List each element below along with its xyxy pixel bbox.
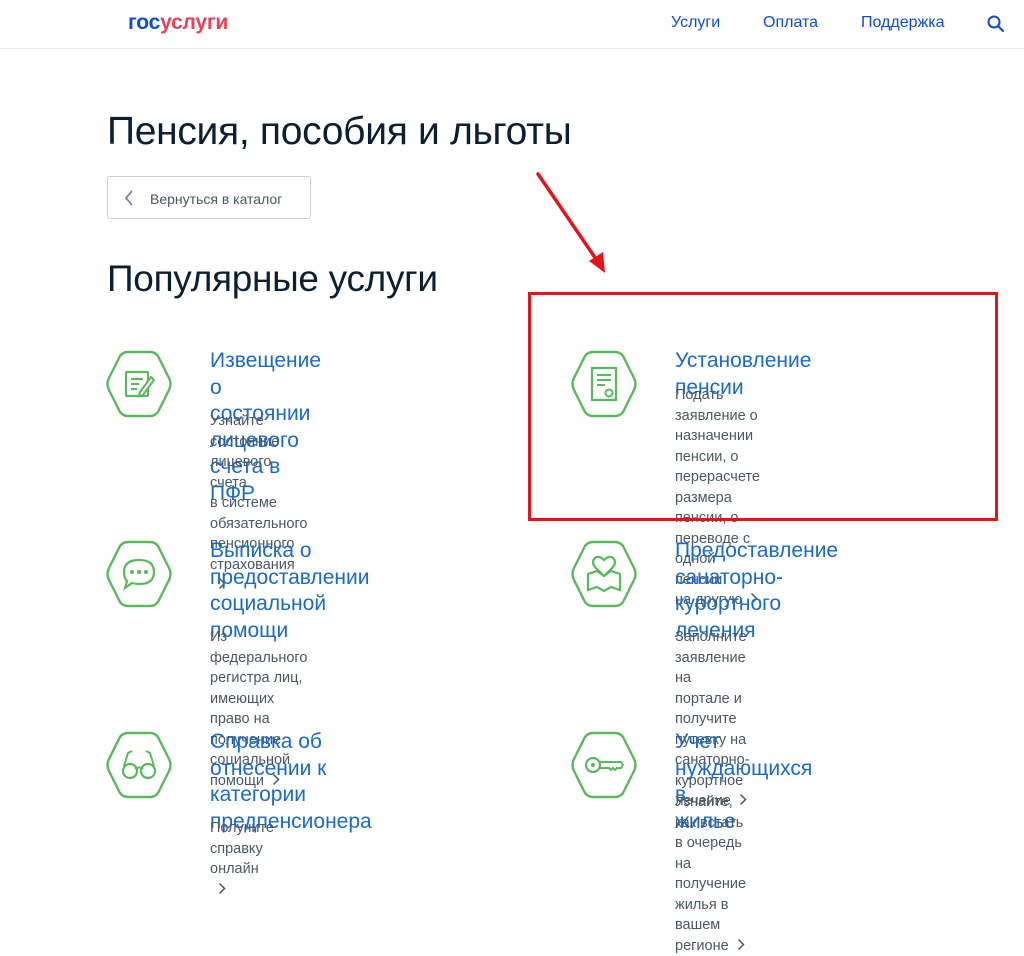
nav-podderzhka[interactable]: Поддержка [861,14,944,32]
card-title-line: санаторно-курортного [675,565,784,616]
logo-part-gos: гос [128,11,161,34]
glasses-icon [106,731,172,799]
back-button-label: Вернуться в каталог [150,191,283,207]
chevron-left-icon [124,190,133,206]
chevron-right-icon[interactable] [218,882,226,895]
nav-oplata[interactable]: Оплата [763,14,818,32]
card-description: Получите справку онлайн [210,818,274,900]
card-desc-line: Заполните заявление на портале и [675,629,747,707]
nav-uslugi[interactable]: Услуги [671,14,720,32]
card-desc-line: в системе обязательного [210,495,308,532]
chat-bubble-icon [106,540,172,608]
back-to-catalog-button[interactable]: Вернуться в каталог [107,176,311,219]
logo-part-uslugi: услуги [160,11,229,34]
card-title-line: Выписка о [210,539,312,562]
section-title: Популярные услуги [107,258,438,299]
card-desc-line: Из федерального регистра лиц, [210,629,308,686]
search-icon[interactable] [986,14,1006,34]
chevron-right-icon[interactable] [737,938,745,951]
card-desc-line: Узнайте, как встать в очередь на [675,794,744,872]
card-title-line: Предоставление [675,539,839,562]
card-desc-line: Получите справку онлайн [210,820,275,877]
card-description: Узнайте, как встать в очередь на получен… [675,792,746,956]
card-title-line: предоставлении [210,565,370,589]
key-icon [571,731,637,799]
document-edit-icon [106,350,172,418]
page-title: Пенсия, пособия и льготы [107,110,572,153]
gosuslugi-logo[interactable]: госуслуги [128,11,228,35]
card-desc-line: Узнайте состояние лицевого счета [210,413,280,491]
card-title-line: Справка об отнесении к [210,730,327,780]
highlight-rectangle [528,292,998,521]
card-title-line: категории [210,783,306,806]
top-header: госуслуги Услуги Оплата Поддержка [0,0,1024,49]
card-desc-line: получение жилья в вашем регионе [675,876,747,954]
heart-map-icon [571,540,637,608]
